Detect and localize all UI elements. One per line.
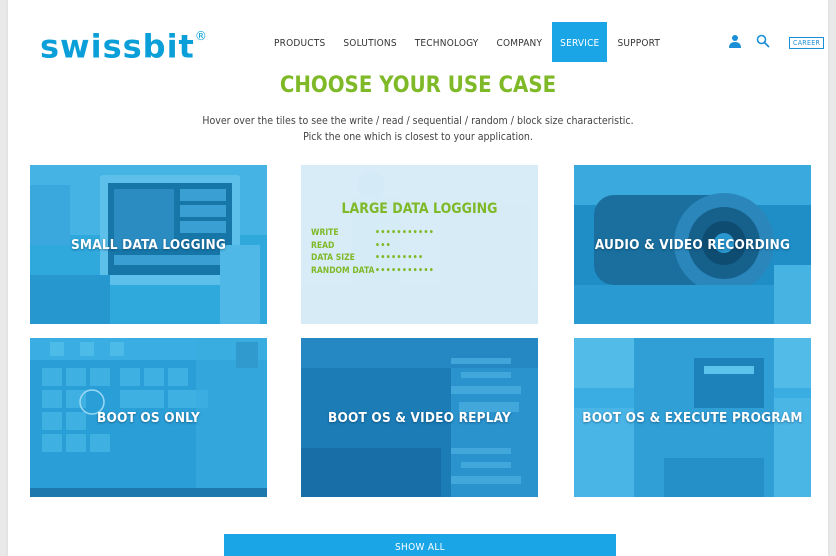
nav-solutions[interactable]: SOLUTIONS bbox=[335, 22, 404, 62]
user-icon[interactable] bbox=[728, 34, 742, 48]
main-nav: PRODUCTS SOLUTIONS TECHNOLOGY COMPANY SE… bbox=[266, 22, 670, 62]
nav-service[interactable]: SERVICE bbox=[552, 22, 608, 62]
characteristic-read: READ ••• bbox=[311, 240, 434, 253]
tile-label: BOOT OS ONLY bbox=[96, 409, 201, 426]
search-icon[interactable] bbox=[756, 34, 770, 48]
tile-label: BOOT OS & EXECUTE PROGRAM bbox=[582, 409, 803, 426]
nav-support[interactable]: SUPPORT bbox=[609, 22, 668, 62]
characteristic-name: DATA SIZE bbox=[311, 253, 355, 263]
characteristic-name: RANDOM DATA bbox=[311, 265, 375, 276]
tile-label: BOOT OS & VIDEO REPLAY bbox=[328, 409, 511, 426]
characteristic-rating: ••• bbox=[375, 240, 392, 251]
swissbit-logo[interactable]: swissbit® bbox=[40, 22, 208, 67]
tile-audio-video-recording[interactable]: AUDIO & VIDEO RECORDING bbox=[574, 165, 811, 324]
characteristic-rating: ••••••••• bbox=[375, 253, 424, 263]
page-title: CHOOSE YOUR USE CASE bbox=[279, 73, 557, 98]
career-button[interactable]: CAREER bbox=[789, 37, 825, 49]
page-subtitle: Hover over the tiles to see the write / … bbox=[8, 113, 828, 145]
characteristic-write: WRITE ••••••••••• bbox=[311, 227, 434, 240]
tile-boot-os-video-replay[interactable]: BOOT OS & VIDEO REPLAY bbox=[301, 338, 538, 497]
nav-products[interactable]: PRODUCTS bbox=[266, 22, 333, 62]
characteristic-rating: ••••••••••• bbox=[375, 228, 435, 238]
tile-label: SMALL DATA LOGGING bbox=[70, 236, 226, 253]
registered-mark: ® bbox=[194, 29, 208, 43]
tile-label: AUDIO & VIDEO RECORDING bbox=[594, 236, 791, 253]
characteristic-name: WRITE bbox=[311, 228, 339, 238]
nav-technology[interactable]: TECHNOLOGY bbox=[407, 22, 487, 62]
tile-boot-os-only[interactable]: BOOT OS ONLY bbox=[30, 338, 267, 497]
tile-large-data-logging[interactable]: LARGE DATA LOGGING WRITE ••••••••••• REA… bbox=[301, 165, 538, 324]
nav-company[interactable]: COMPANY bbox=[488, 22, 550, 62]
tile-label: LARGE DATA LOGGING bbox=[341, 201, 498, 217]
logo-text: swissbit bbox=[40, 27, 195, 66]
characteristics-list: WRITE ••••••••••• READ ••• DATA SIZE •••… bbox=[311, 227, 434, 277]
characteristic-rating: ••••••••••• bbox=[375, 265, 435, 276]
characteristic-random-data: RANDOM DATA ••••••••••• bbox=[311, 265, 434, 278]
subtitle-line-2: Pick the one which is closest to your ap… bbox=[303, 131, 533, 143]
characteristic-name: READ bbox=[311, 240, 335, 251]
subtitle-line-1: Hover over the tiles to see the write / … bbox=[202, 115, 634, 127]
tile-small-data-logging[interactable]: SMALL DATA LOGGING bbox=[30, 165, 267, 324]
tile-boot-os-execute-program[interactable]: BOOT OS & EXECUTE PROGRAM bbox=[574, 338, 811, 497]
show-all-button[interactable]: SHOW ALL bbox=[224, 534, 616, 556]
page: swissbit® PRODUCTS SOLUTIONS TECHNOLOGY … bbox=[8, 0, 828, 556]
characteristic-data-size: DATA SIZE ••••••••• bbox=[311, 252, 434, 265]
